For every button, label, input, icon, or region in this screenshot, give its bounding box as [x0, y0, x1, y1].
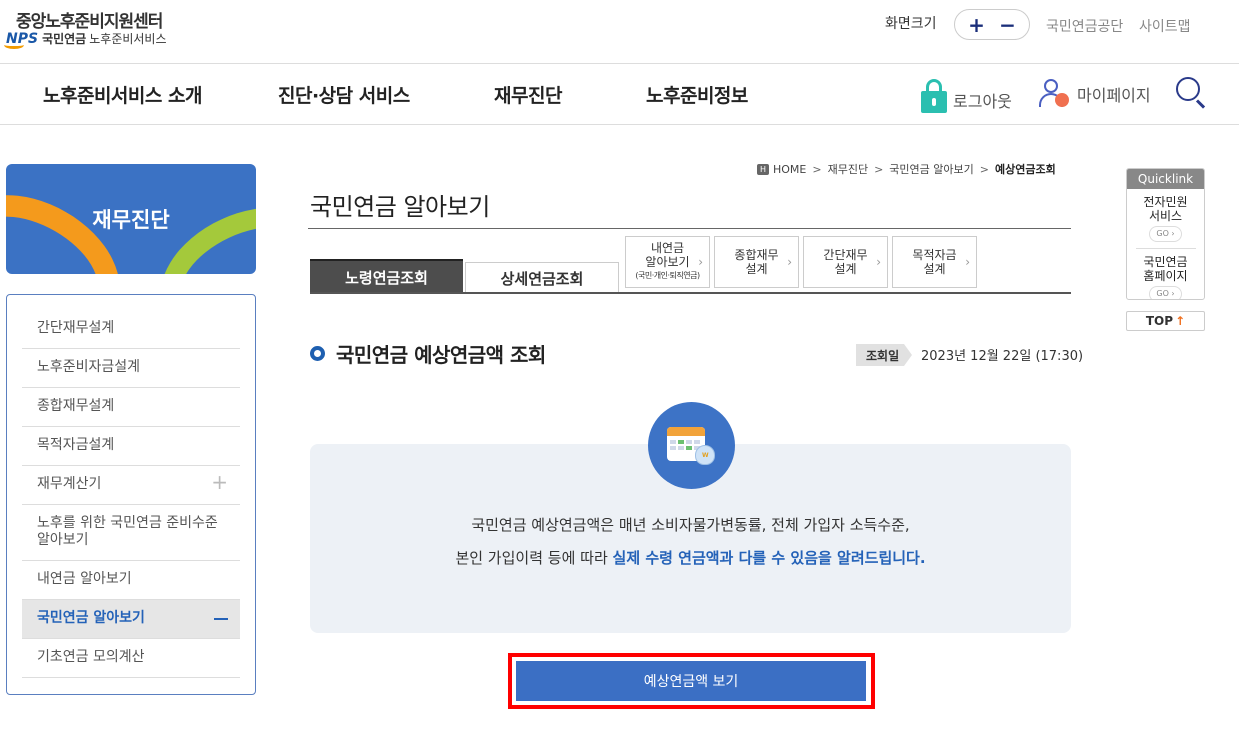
breadcrumb-pension[interactable]: 국민연금 알아보기	[889, 161, 973, 177]
lock-icon	[921, 79, 947, 113]
quicklink-e-civil[interactable]: 전자민원 서비스 GO ›	[1127, 189, 1204, 242]
font-size-control: + −	[954, 9, 1030, 40]
sidebar-item-purpose-fund[interactable]: 목적자금설계	[22, 427, 240, 466]
mypage-label: 마이페이지	[1077, 86, 1151, 105]
gnb-item-intro[interactable]: 노후준비서비스 소개	[43, 81, 202, 108]
logo-sub-text: 노후준비서비스	[89, 32, 167, 46]
collapse-icon[interactable]	[214, 618, 228, 620]
quicklink-nps-home[interactable]: 국민연금 홈페이지 GO ›	[1127, 249, 1204, 299]
breadcrumb: H HOME > 재무진단 > 국민연금 알아보기 > 예상연금조회	[757, 161, 1056, 177]
tab-my-pension[interactable]: 내연금 알아보기 (국민·개인·퇴직연금) ›	[625, 236, 710, 288]
font-size-label: 화면크기	[885, 16, 937, 32]
user-icon	[1039, 79, 1073, 109]
tab-divider	[310, 292, 1071, 294]
breadcrumb-separator: >	[874, 162, 884, 176]
breadcrumb-current: 예상연금조회	[994, 163, 1056, 176]
section-bullet-icon	[310, 346, 325, 361]
mypage-button[interactable]: 마이페이지	[1039, 79, 1151, 109]
search-icon[interactable]	[1176, 77, 1208, 109]
breadcrumb-home[interactable]: HOME	[773, 163, 806, 176]
breadcrumb-separator: >	[979, 162, 989, 176]
tab-detail-pension[interactable]: 상세연금조회	[465, 262, 619, 293]
quicklink-title: Quicklink	[1127, 169, 1204, 189]
nps-link[interactable]: 국민연금공단	[1046, 16, 1123, 36]
title-divider	[308, 228, 1071, 229]
breadcrumb-finance[interactable]: 재무진단	[828, 161, 868, 177]
notice-highlight: 실제 수령 연금액과 다를 수 있음을 알려드립니다.	[612, 549, 926, 567]
page-title: 국민연금 알아보기	[310, 193, 490, 221]
site-logo[interactable]: NPS 국민연금 노후준비서비스	[4, 30, 167, 49]
go-button[interactable]: GO ›	[1149, 226, 1182, 242]
logout-label: 로그아웃	[953, 92, 1012, 111]
tab-simple-plan[interactable]: 간단재무 설계 ›	[803, 236, 888, 288]
sidebar-banner: 재무진단	[6, 164, 256, 274]
notice-text-line1: 국민연금 예상연금액은 매년 소비자물가변동률, 전체 가입자 소득수준,	[471, 516, 910, 534]
chevron-right-icon: ›	[965, 255, 970, 269]
section-title: 국민연금 예상연금액 조회	[336, 343, 546, 367]
sidebar-item-simple-plan[interactable]: 간단재무설계	[22, 310, 240, 349]
query-date-label: 조회일	[856, 344, 912, 366]
breadcrumb-separator: >	[812, 162, 822, 176]
sidebar-item-my-pension[interactable]: 내연금 알아보기	[22, 561, 240, 600]
chevron-right-icon: ›	[876, 255, 881, 269]
quicklink-panel: Quicklink 전자민원 서비스 GO › 국민연금 홈페이지 GO ›	[1126, 168, 1205, 300]
gnb-item-consult[interactable]: 진단·상담 서비스	[278, 81, 410, 108]
sidebar-menu: 간단재무설계 노후준비자금설계 종합재무설계 목적자금설계 재무계산기 + 노후를…	[6, 294, 256, 695]
font-size-increase-button[interactable]: +	[968, 15, 985, 35]
sidebar-item-calculator[interactable]: 재무계산기 +	[22, 466, 240, 505]
expand-icon[interactable]: +	[211, 472, 228, 492]
go-button[interactable]: GO ›	[1149, 286, 1182, 299]
site-logo-title[interactable]: 중앙노후준비지원센터	[16, 7, 163, 32]
arrow-up-icon: ↑	[1175, 314, 1186, 328]
calendar-icon	[648, 402, 735, 489]
sidebar-title: 재무진단	[92, 208, 170, 232]
sitemap-link[interactable]: 사이트맵	[1139, 16, 1191, 36]
tab-old-age-pension[interactable]: 노령연금조회	[310, 259, 463, 293]
chevron-right-icon: ›	[787, 255, 792, 269]
tab-total-plan[interactable]: 종합재무 설계 ›	[714, 236, 799, 288]
home-icon: H	[757, 163, 769, 175]
sidebar-item-basic-pension[interactable]: 기초연금 모의계산	[22, 639, 240, 678]
notice-text-line2: 본인 가입이력 등에 따라 실제 수령 연금액과 다를 수 있음을 알려드립니다…	[455, 549, 926, 567]
main-navigation: 노후준비서비스 소개 진단·상담 서비스 재무진단 노후준비정보 로그아웃 마이…	[0, 65, 1239, 125]
sidebar-item-national-pension[interactable]: 국민연금 알아보기	[22, 600, 240, 639]
logout-button[interactable]: 로그아웃	[921, 79, 1012, 117]
chevron-right-icon: ›	[698, 255, 703, 269]
nps-logo: NPS	[4, 30, 39, 49]
query-date-value: 2023년 12월 22일 (17:30)	[921, 349, 1084, 364]
font-size-decrease-button[interactable]: −	[999, 15, 1016, 35]
gnb-item-info[interactable]: 노후준비정보	[646, 81, 748, 108]
logo-sub-bold: 국민연금	[42, 32, 87, 46]
sidebar-item-retirement-fund[interactable]: 노후준비자금설계	[22, 349, 240, 388]
tab-purpose-fund[interactable]: 목적자금 설계 ›	[892, 236, 977, 288]
top-header: 중앙노후준비지원센터 NPS 국민연금 노후준비서비스 화면크기 + − 국민연…	[0, 0, 1239, 64]
sidebar-item-pension-readiness[interactable]: 노후를 위한 국민연금 준비수준 알아보기	[22, 505, 240, 561]
sidebar-item-total-plan[interactable]: 종합재무설계	[22, 388, 240, 427]
view-expected-pension-button[interactable]: 예상연금액 보기	[516, 661, 866, 701]
scroll-top-button[interactable]: TOP ↑	[1126, 311, 1205, 331]
gnb-item-finance[interactable]: 재무진단	[494, 81, 562, 108]
